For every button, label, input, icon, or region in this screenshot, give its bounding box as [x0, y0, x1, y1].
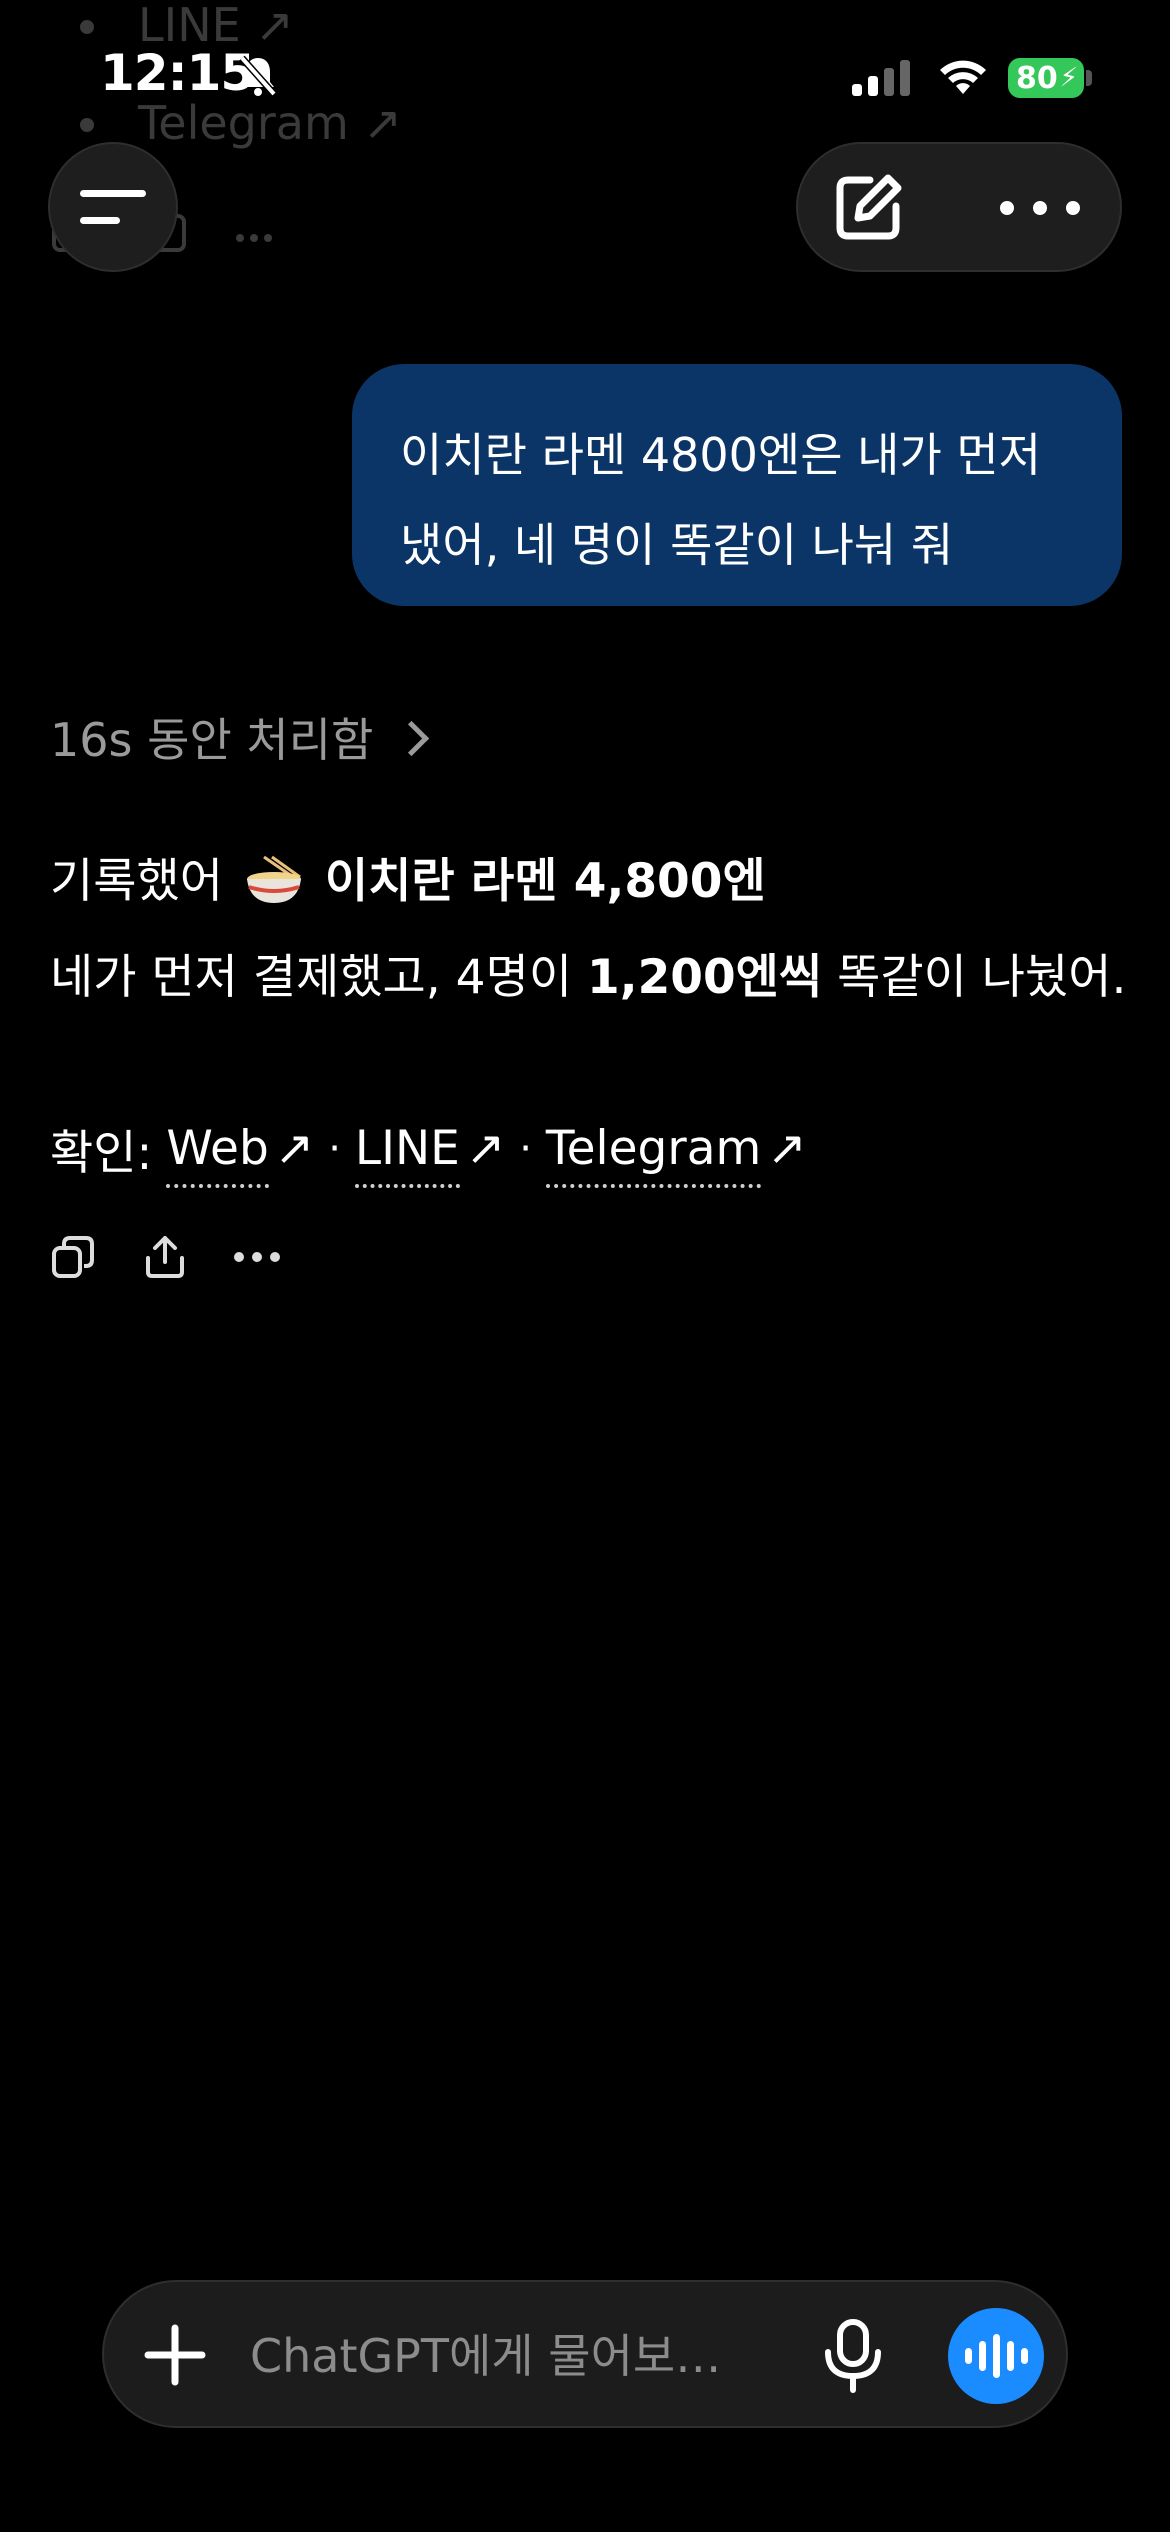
user-message-line: 냈어, 네 명이 똑같이 나눠 줘	[400, 518, 954, 572]
confirm-links-row: 확인: Web ↗ · LINE ↗ · Telegram ↗	[50, 1114, 807, 1188]
ramen-emoji-icon	[246, 855, 301, 903]
share-button[interactable]	[142, 1234, 188, 1280]
microphone-button[interactable]	[818, 2318, 888, 2394]
user-message-bubble: 이치란 라멘 4800엔은 내가 먼저 냈어, 네 명이 똑같이 나눠 줘	[352, 364, 1122, 606]
bullet-icon	[80, 20, 94, 34]
battery-tip	[1086, 70, 1092, 86]
link-web[interactable]: Web ↗	[166, 1121, 315, 1188]
assistant-line-1: 기록했어 이치란 라멘 4,800엔	[50, 854, 766, 909]
bell-mute-icon	[239, 55, 277, 97]
new-chat-button[interactable]	[830, 170, 906, 246]
menu-icon	[80, 190, 146, 197]
message-actions	[50, 1234, 280, 1280]
confirm-label: 확인:	[50, 1126, 153, 1181]
cellular-signal-icon	[852, 60, 910, 96]
message-input[interactable]	[250, 2326, 770, 2386]
message-more-button[interactable]	[234, 1252, 280, 1262]
bullet-icon	[80, 118, 94, 132]
sidebar-menu-button[interactable]	[48, 142, 178, 272]
chevron-right-icon	[394, 720, 430, 756]
external-arrow-icon: ↗	[465, 1121, 506, 1176]
link-telegram[interactable]: Telegram ↗	[545, 1121, 807, 1188]
link-line[interactable]: LINE ↗	[354, 1121, 506, 1188]
copy-button[interactable]	[50, 1234, 96, 1280]
voice-mode-button[interactable]	[948, 2308, 1044, 2404]
battery-indicator: 80 ⚡	[1008, 58, 1084, 98]
external-arrow-icon: ↗	[767, 1121, 807, 1176]
wifi-icon	[940, 60, 986, 94]
user-message-line: 이치란 라멘 4800엔은 내가 먼저	[400, 428, 1042, 482]
assistant-line-2: 네가 먼저 결제했고, 4명이 1,200엔씩 똑같이 나눴어.	[50, 950, 1127, 1005]
add-attachment-button[interactable]	[140, 2320, 210, 2390]
more-options-button[interactable]	[1000, 180, 1080, 236]
thinking-label: 16s 동안 처리함	[50, 713, 374, 767]
external-arrow-icon: ↗	[274, 1121, 315, 1176]
thinking-summary-toggle[interactable]: 16s 동안 처리함	[50, 704, 430, 770]
status-time: 12:15	[100, 44, 255, 102]
